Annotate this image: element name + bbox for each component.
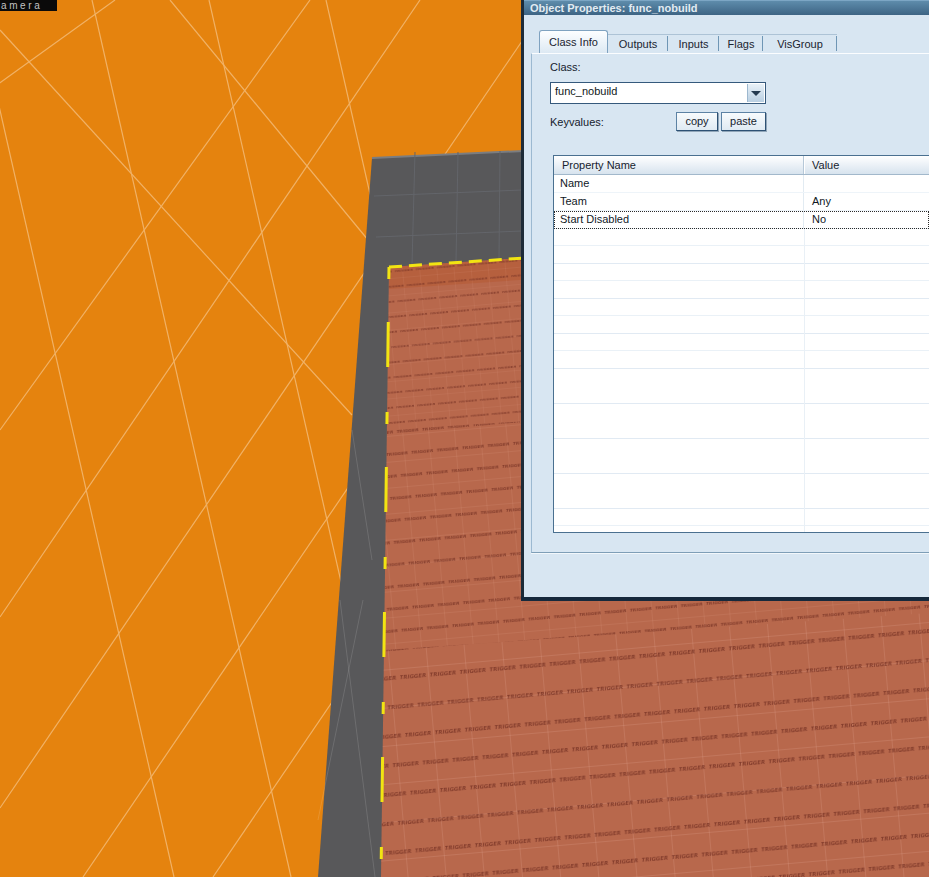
tab-inputs[interactable]: Inputs	[668, 34, 719, 54]
class-label: Class:	[550, 61, 581, 73]
object-properties-dialog: Object Properties: func_nobuild Class In…	[521, 0, 929, 601]
dialog-titlebar[interactable]: Object Properties: func_nobuild	[524, 0, 929, 15]
camera-viewport-label: amera	[0, 0, 57, 11]
class-combobox-value: func_nobuild	[555, 85, 617, 97]
trigger-text-bottom-b	[381, 613, 929, 877]
table-row[interactable]: Name	[554, 175, 929, 193]
class-combobox[interactable]: func_nobuild	[550, 82, 766, 104]
keyvalues-label: Keyvalues:	[550, 116, 604, 128]
dialog-left-border	[521, 0, 524, 601]
tab-flags[interactable]: Flags	[719, 34, 763, 54]
table-header: Property Name Value	[554, 156, 929, 175]
class-combobox-dropdown-button[interactable]	[747, 84, 764, 102]
paste-button[interactable]: paste	[721, 112, 766, 131]
column-header-value[interactable]: Value	[804, 156, 929, 174]
table-row[interactable]: Team Any	[554, 193, 929, 211]
dialog-bottom-border	[521, 597, 929, 601]
table-row-selected[interactable]: Start Disabled No	[554, 211, 929, 229]
chevron-down-icon	[751, 91, 761, 96]
tab-visgroup[interactable]: VisGroup	[763, 34, 837, 54]
keyvalues-table: Property Name Value Name Team Any Start …	[553, 155, 929, 533]
copy-button[interactable]: copy	[676, 112, 718, 131]
tab-outputs[interactable]: Outputs	[608, 34, 668, 54]
dialog-title: Object Properties: func_nobuild	[530, 2, 697, 14]
tab-bar: Class Info Outputs Inputs Flags VisGroup	[539, 30, 837, 54]
tab-class-info[interactable]: Class Info	[539, 30, 608, 54]
table-empty-rows	[554, 229, 929, 532]
column-header-property-name[interactable]: Property Name	[554, 156, 804, 174]
